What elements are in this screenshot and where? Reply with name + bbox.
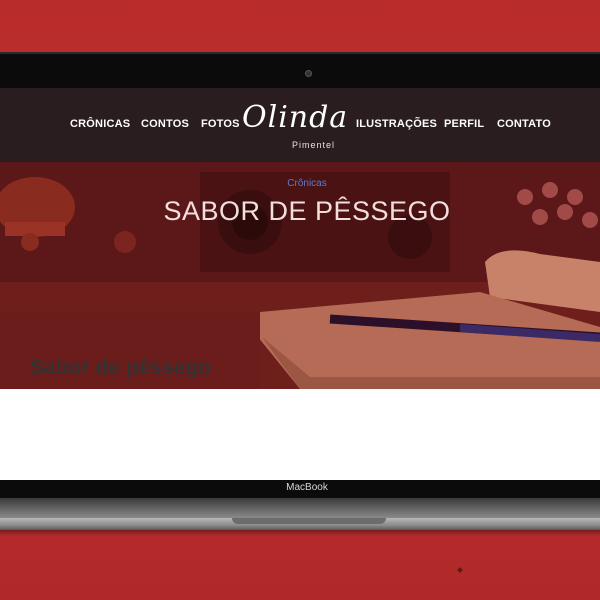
cursor-icon [457,567,463,573]
nav-item-contos[interactable]: CONTOS [141,118,189,130]
presentation-background: CRÔNICAS CONTOS FOTOS Olinda Pimentel IL… [0,0,600,600]
nav-item-cronicas[interactable]: CRÔNICAS [70,118,130,130]
hero-banner: Crônicas SABOR DE PÊSSEGO [0,162,600,389]
hero-title: SABOR DE PÊSSEGO [163,196,451,226]
site-navbar: CRÔNICAS CONTOS FOTOS Olinda Pimentel IL… [0,88,600,162]
nav-item-ilustracoes[interactable]: ILUSTRAÇÕES [356,118,437,130]
laptop-opening-notch [232,518,386,524]
article-title: Sabor de pêssego [30,356,211,379]
device-label: MacBook [286,482,328,493]
nav-item-perfil[interactable]: PERFIL [444,118,484,130]
laptop-bottom-bezel: MacBook [0,480,600,498]
nav-item-contato[interactable]: CONTATO [497,118,551,130]
hero-category-link[interactable]: Crônicas [0,178,600,189]
logo-script-text: Olinda [242,100,349,135]
nav-item-fotos[interactable]: FOTOS [201,118,240,130]
laptop-base [0,498,600,518]
site-logo[interactable]: Olinda Pimentel [242,98,352,154]
laptop-top-bezel [0,52,600,90]
laptop-screen: CRÔNICAS CONTOS FOTOS Olinda Pimentel IL… [0,88,600,480]
laptop-shadow [0,530,600,536]
camera-icon [305,70,312,77]
logo-subtitle: Pimentel [292,140,336,150]
